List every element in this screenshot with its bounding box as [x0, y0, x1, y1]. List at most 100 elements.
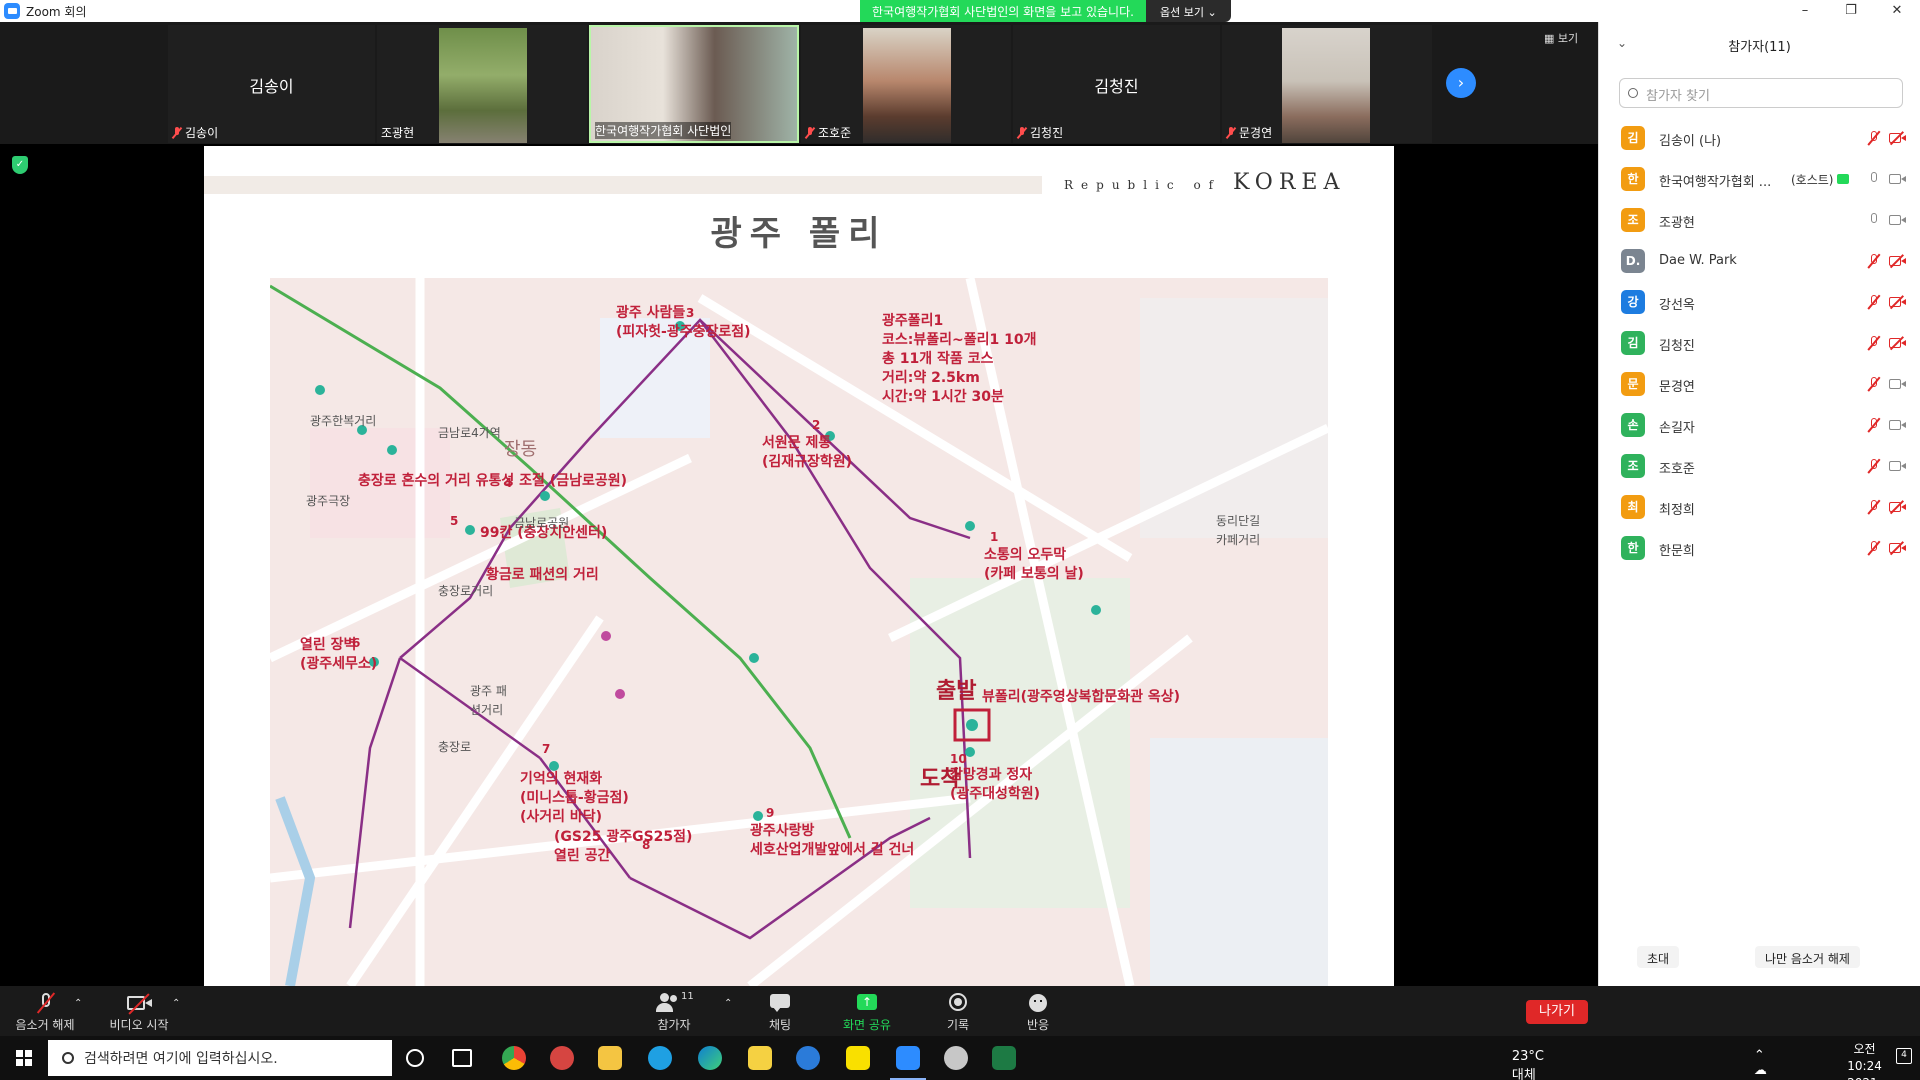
participant-name: 김송이 (나): [1659, 134, 1722, 149]
leave-button[interactable]: 나가기: [1526, 1000, 1588, 1024]
unmute-me-button[interactable]: 나만 음소거 해제: [1755, 946, 1860, 968]
title-bar: Zoom 회의 한국여행작가협회 사단법인의 화면을 보고 있습니다. 옵션 보…: [0, 0, 1920, 22]
stop-label: 충장로 혼수의 거리 유통성 조절 (금남로공원): [358, 473, 628, 489]
avatar: 최: [1621, 495, 1645, 519]
mic-icon: [1867, 171, 1881, 187]
video-tile[interactable]: 조광현: [377, 25, 587, 143]
stop-label: 서원문 제통 (김재규장학원): [762, 435, 853, 470]
encryption-shield-icon[interactable]: ✓: [12, 156, 28, 174]
participants-count: 11: [681, 991, 694, 1002]
view-options-button[interactable]: 옵션 보기 ⌄: [1145, 0, 1231, 22]
participant-row[interactable]: 조 조호준: [1599, 446, 1920, 487]
participant-video: [863, 28, 951, 143]
video-tile[interactable]: 문경연: [1222, 25, 1432, 143]
close-icon[interactable]: ✕: [1874, 0, 1920, 22]
video-off-icon: [1889, 254, 1907, 268]
reactions-button[interactable]: 반응: [1020, 992, 1056, 1033]
share-screen-button[interactable]: ↑ 화면 공유: [836, 992, 898, 1033]
share-banner: 한국여행작가협회 사단법인의 화면을 보고 있습니다. 옵션 보기 ⌄: [860, 0, 1231, 22]
participants-icon: 11: [654, 991, 694, 1014]
tile-name: 김송이: [249, 77, 294, 96]
avatar: D.: [1621, 249, 1645, 273]
cortana-icon[interactable]: [406, 1049, 424, 1067]
stop-label: 기억의 현재화 (미니스톱-황금점) (사거리 바닥): [520, 771, 629, 825]
mic-muted-icon: [1867, 253, 1881, 269]
participant-row[interactable]: 문 문경연: [1599, 364, 1920, 405]
participant-row[interactable]: 한 한문희: [1599, 528, 1920, 569]
street-label: 광주한복거리: [310, 414, 377, 428]
participants-button[interactable]: 11 참가자: [648, 991, 700, 1033]
app-icon[interactable]: [550, 1046, 574, 1070]
participant-search-input[interactable]: 참가자 찾기: [1619, 78, 1903, 108]
minimize-icon[interactable]: –: [1782, 0, 1828, 22]
video-tile[interactable]: 김송이 김송이: [168, 25, 375, 143]
kakaotalk-icon[interactable]: [846, 1046, 870, 1070]
video-icon: [1889, 213, 1907, 227]
notification-center-icon[interactable]: 4: [1896, 1048, 1912, 1064]
mic-muted-icon: [34, 992, 56, 1014]
tray-icons[interactable]: ⌃ ☁ ▣ 🔊 A: [1754, 1048, 1780, 1080]
participant-name: 손길자: [1659, 421, 1695, 436]
avatar: 강: [1621, 290, 1645, 314]
video-tile-active-speaker[interactable]: 한국여행작가협회 사단법인: [589, 25, 799, 143]
video-icon: [1889, 377, 1907, 391]
participants-panel: ⌄ 참가자(11) 참가자 찾기 김 김송이 (나) 한 한국여행작가협회 ... (호…: [1598, 22, 1920, 986]
street-label: 금남로공원: [514, 516, 570, 530]
presentation-slide: Republic of KOREA 광주 폴리 광주폴리1 코스:뷰폴리~폴리1…: [204, 146, 1394, 986]
file-explorer-icon[interactable]: [598, 1046, 622, 1070]
chat-icon: [769, 992, 791, 1014]
street-label: 금남로4가역: [438, 426, 501, 440]
app-icon[interactable]: [648, 1046, 672, 1070]
participant-row[interactable]: 손 손길자: [1599, 405, 1920, 446]
participant-name: 한문희: [1659, 544, 1695, 559]
internet-explorer-icon[interactable]: [796, 1046, 820, 1070]
excel-icon[interactable]: [992, 1046, 1016, 1070]
participant-row[interactable]: 한 한국여행작가협회 ... (호스트): [1599, 159, 1920, 200]
participant-row[interactable]: 강 강선옥: [1599, 282, 1920, 323]
stop-number: 5: [450, 514, 459, 528]
invite-button[interactable]: 초대: [1637, 946, 1680, 968]
participant-row[interactable]: D. Dae W. Park: [1599, 241, 1920, 282]
video-tile[interactable]: 조호준: [801, 25, 1011, 143]
participant-name: Dae W. Park: [1659, 253, 1737, 268]
windows-start-icon[interactable]: [16, 1050, 32, 1066]
tile-label: 문경연: [1239, 126, 1273, 140]
video-tile[interactable]: 김청진 김청진: [1013, 25, 1220, 143]
sticky-notes-icon[interactable]: [748, 1046, 772, 1070]
gallery-next-button[interactable]: ›: [1446, 68, 1476, 98]
avatar: 문: [1621, 372, 1645, 396]
audio-options-caret[interactable]: ⌃: [74, 998, 82, 1009]
taskbar-clock[interactable]: 오전 10:24 2021-09-17: [1847, 1041, 1882, 1080]
participants-title: 참가자(11): [1728, 40, 1791, 55]
edge-icon[interactable]: [698, 1046, 722, 1070]
taskbar-search-input[interactable]: 검색하려면 여기에 입력하십시오.: [48, 1040, 392, 1076]
host-badge: (호스트): [1791, 171, 1850, 188]
participant-name: 문경연: [1659, 380, 1695, 395]
mic-muted-icon: [1867, 376, 1881, 392]
start-video-button[interactable]: 비디오 시작: [106, 992, 172, 1033]
zoom-taskbar-icon[interactable]: [890, 1046, 926, 1080]
stop-number: 9: [766, 806, 775, 820]
share-screen-icon: ↑: [856, 992, 878, 1014]
video-off-icon: [1889, 131, 1907, 145]
video-options-caret[interactable]: ⌃: [172, 998, 180, 1009]
chat-button[interactable]: 채팅: [758, 992, 802, 1033]
participant-row[interactable]: 최 최정희: [1599, 487, 1920, 528]
street-label: 광주 패션거리: [470, 684, 507, 717]
record-button[interactable]: 기록: [940, 992, 976, 1033]
weather-widget[interactable]: 23°C 대체로 흐림: [1512, 1049, 1544, 1080]
stop-label: 소통의 오두막 (카페 보통의 날): [984, 547, 1084, 582]
stop-label: 광주사랑방 세호산업개발앞에서 길 건너: [750, 823, 915, 858]
task-view-icon[interactable]: [452, 1049, 472, 1067]
participants-options-caret[interactable]: ⌃: [724, 998, 732, 1009]
stop-label: (GS25 광주GS25점) 열린 공간: [554, 829, 693, 864]
participant-row[interactable]: 조 조광현: [1599, 200, 1920, 241]
maximize-icon[interactable]: ❐: [1828, 0, 1874, 22]
participant-row[interactable]: 김 김송이 (나): [1599, 118, 1920, 159]
app-icon[interactable]: [944, 1046, 968, 1070]
chrome-icon[interactable]: [502, 1046, 526, 1070]
unmute-button[interactable]: 음소거 해제: [12, 992, 78, 1033]
stop-label: 열린 장벽 (광주세무소): [300, 637, 378, 672]
view-button[interactable]: ▦ 보기: [1544, 30, 1578, 46]
participant-row[interactable]: 김 김청진: [1599, 323, 1920, 364]
